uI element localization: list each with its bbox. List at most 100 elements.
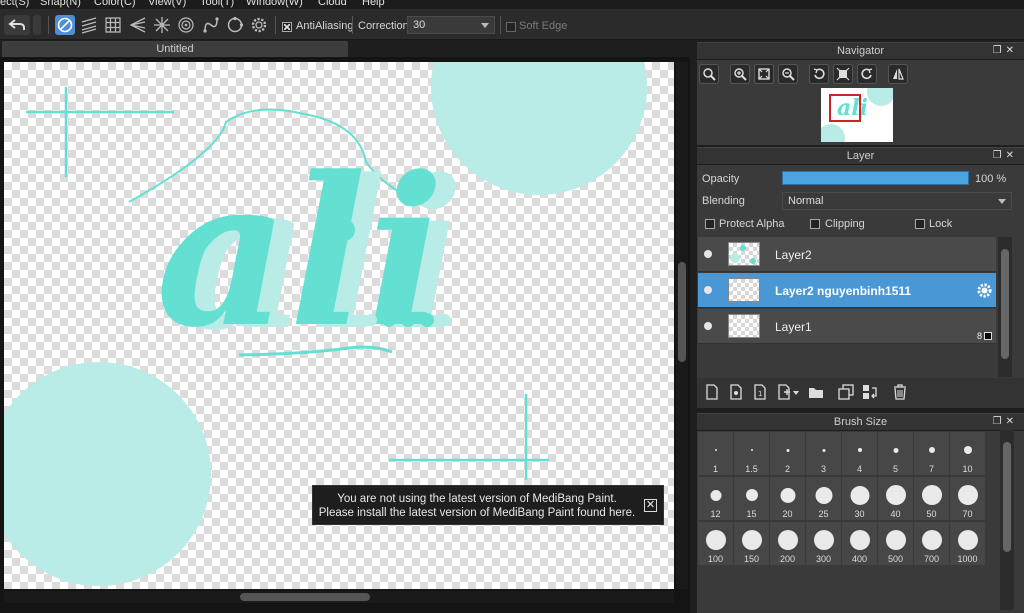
brush-size-option[interactable]: 25 [806,477,841,520]
brush-size-option[interactable]: 15 [734,477,769,520]
layer-row[interactable]: Layer2 [698,237,996,272]
menu-window[interactable]: Window(W) [246,0,303,8]
reset-rotation-button[interactable] [833,64,853,84]
delete-layer-button[interactable] [891,383,909,401]
menu-snap[interactable]: Snap(N) [40,0,81,8]
snap-curve-button[interactable] [201,15,221,35]
brush-size-option[interactable]: 2 [770,432,805,475]
menu-tool[interactable]: Tool(T) [200,0,234,8]
brush-size-label: 1.5 [745,464,758,474]
brush-size-option[interactable]: 10 [950,432,985,475]
brush-size-option[interactable]: 1.5 [734,432,769,475]
snap-radial-button[interactable] [152,15,172,35]
navigator-viewport-frame[interactable] [829,94,861,122]
opacity-label: Opacity [702,173,740,185]
panel-window-buttons[interactable]: ❐✕ [993,414,1018,430]
brush-size-option[interactable]: 5 [878,432,913,475]
brush-size-option[interactable]: 1 [698,432,733,475]
new-folder-button[interactable] [807,383,825,401]
brush-size-option[interactable]: 4 [842,432,877,475]
duplicate-layer-button[interactable] [837,383,855,401]
menu-cloud[interactable]: Cloud [318,0,347,8]
menu-select[interactable]: ect(S) [0,0,29,8]
brush-size-option[interactable]: 30 [842,477,877,520]
rotate-left-button[interactable] [809,64,829,84]
visibility-icon[interactable] [704,322,712,330]
reset-view-icon [836,67,850,81]
menu-view[interactable]: View(V) [148,0,186,8]
lock-checkbox[interactable] [915,219,925,229]
brush-size-option[interactable]: 100 [698,522,733,565]
zoom-in-button[interactable] [730,64,750,84]
visibility-icon[interactable] [704,286,712,294]
menu-help[interactable]: Help [362,0,385,8]
blending-dropdown[interactable]: Normal [782,192,1012,210]
canvas-vertical-scrollbar[interactable] [676,62,688,589]
brush-size-option[interactable]: 3 [806,432,841,475]
brush-size-option[interactable]: 500 [878,522,913,565]
zoom-tool-button[interactable] [699,64,719,84]
circle-shape-bottom-left [4,362,211,586]
navigator-preview[interactable]: ali [817,78,895,152]
soft-edge-checkbox[interactable] [506,22,516,32]
brush-size-option[interactable]: 1000 [950,522,985,565]
close-icon[interactable]: ✕ [644,499,657,512]
snap-settings-button[interactable] [249,15,269,35]
visibility-icon[interactable] [704,250,712,258]
correction-dropdown[interactable]: 30 [407,16,495,34]
brush-size-scrollbar[interactable] [1000,430,1014,610]
clipping-checkbox[interactable] [810,219,820,229]
document-tab[interactable]: Untitled [2,41,348,57]
brush-size-option[interactable]: 20 [770,477,805,520]
snap-grid-button[interactable] [103,15,123,35]
antialiasing-checkbox[interactable] [282,22,292,32]
layer-row-selected[interactable]: Layer2 nguyenbinh1511 [698,273,996,308]
flip-horizontal-button[interactable] [888,64,908,84]
merge-layer-button[interactable] [861,383,879,401]
brush-size-option[interactable]: 400 [842,522,877,565]
canvas-horizontal-scrollbar[interactable] [4,591,674,603]
menu-color[interactable]: Color(C) [94,0,136,8]
protect-alpha-checkbox[interactable] [705,219,715,229]
new-1bit-layer-button[interactable]: 1 [751,383,769,401]
update-notice[interactable]: You are not using the latest version of … [312,485,664,525]
brush-size-option[interactable]: 7 [914,432,949,475]
brush-size-option[interactable]: 50 [914,477,949,520]
snap-parallel-button[interactable] [79,15,99,35]
snap-circle-button[interactable] [225,15,245,35]
undo-button[interactable] [4,15,30,35]
scrollbar-thumb[interactable] [1003,442,1011,552]
layer-color-swatch[interactable] [984,332,992,340]
scrollbar-thumb[interactable] [240,593,370,601]
snap-off-button[interactable] [55,15,75,35]
panel-window-buttons[interactable]: ❐✕ [993,148,1018,164]
layer-list-scrollbar[interactable] [998,237,1012,377]
zoom-icon [703,68,716,81]
brush-size-option[interactable]: 200 [770,522,805,565]
brush-dot-icon [885,530,906,550]
brush-dot-icon [780,487,795,503]
brush-size-option[interactable]: 12 [698,477,733,520]
brush-size-option[interactable]: 40 [878,477,913,520]
layer-row[interactable]: Layer1 8 [698,309,996,344]
scrollbar-thumb[interactable] [1001,249,1009,359]
brush-dot-icon [822,448,825,452]
scrollbar-thumb[interactable] [678,262,686,362]
brush-size-option[interactable]: 70 [950,477,985,520]
add-layer-menu-button[interactable] [775,383,801,401]
rotate-right-button[interactable] [857,64,877,84]
undo-dropdown[interactable] [33,15,41,35]
brush-size-option[interactable]: 150 [734,522,769,565]
panel-window-buttons[interactable]: ❐✕ [993,43,1018,59]
zoom-out-button[interactable] [778,64,798,84]
snap-perspective-button[interactable] [128,15,148,35]
snap-concentric-button[interactable] [176,15,196,35]
new-layer-button[interactable] [703,383,721,401]
brush-size-option[interactable]: 700 [914,522,949,565]
opacity-slider[interactable] [782,171,969,185]
fit-window-button[interactable] [754,64,774,84]
chevron-down-icon [481,23,489,28]
brush-size-option[interactable]: 300 [806,522,841,565]
new-halftone-layer-button[interactable] [727,383,745,401]
layer-settings-gear-icon[interactable] [976,282,993,299]
